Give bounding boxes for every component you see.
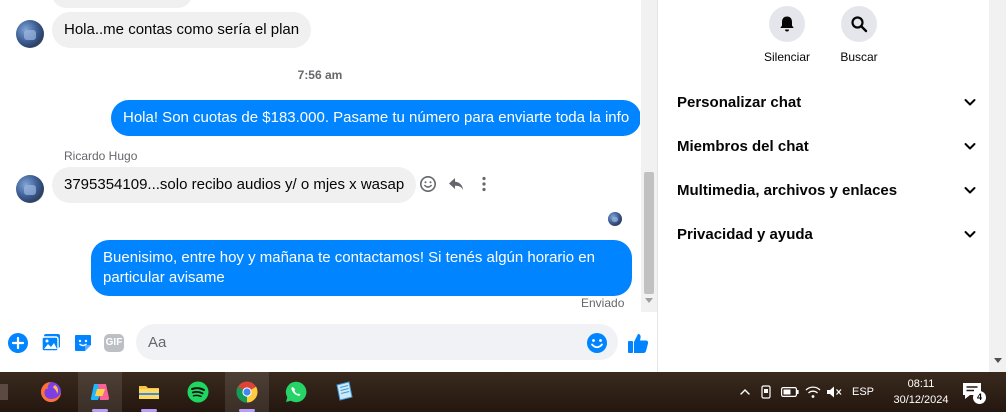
sender-name: Ricardo Hugo	[64, 149, 138, 163]
gif-icon[interactable]: GIF	[103, 332, 125, 354]
message-text: Buenisimo, entre hoy y mañana te contact…	[103, 249, 595, 286]
sticker-icon[interactable]	[72, 332, 94, 354]
firefox-icon[interactable]	[29, 372, 73, 412]
notification-center[interactable]: 4	[962, 382, 986, 404]
reply-icon[interactable]	[447, 175, 465, 193]
message-bubble-outgoing[interactable]: Hola! Son cuotas de $183.000. Pasame tu …	[111, 100, 640, 136]
message-actions	[419, 175, 493, 193]
notepad-icon[interactable]	[322, 372, 366, 412]
whatsapp-icon[interactable]	[274, 372, 318, 412]
message-text: 3795354109...solo recibo audios y/ o mje…	[64, 176, 405, 193]
read-receipt-avatar	[608, 212, 622, 226]
message-bubble-incoming[interactable]: 3795354109...solo recibo audios y/ o mje…	[52, 167, 417, 203]
emoji-icon[interactable]	[586, 332, 608, 354]
clock[interactable]: 08:11 30/12/2024	[886, 376, 956, 408]
section-media-files-links[interactable]: Multimedia, archivos y enlaces	[677, 178, 977, 202]
chat-pane: Hola..me contas como sería el plan 7:56 …	[0, 0, 658, 372]
scrollbar-thumb[interactable]	[644, 172, 654, 294]
message-text: Hola! Son cuotas de $183.000. Pasame tu …	[123, 109, 630, 126]
message-timestamp: 7:56 am	[297, 68, 343, 82]
search-action[interactable]: Buscar	[819, 6, 899, 64]
panel-scrollbar[interactable]	[989, 0, 1006, 372]
section-label: Privacidad y ayuda	[677, 225, 813, 243]
search-icon	[841, 6, 877, 42]
wifi-icon[interactable]	[802, 385, 824, 399]
section-label: Personalizar chat	[677, 93, 802, 111]
section-privacy-help[interactable]: Privacidad y ayuda	[677, 222, 977, 246]
message-composer: GIF	[0, 318, 658, 372]
volume-muted-icon[interactable]	[824, 385, 844, 399]
previous-message-bubble	[52, 0, 192, 8]
scroll-down-arrow-icon[interactable]	[994, 358, 1002, 363]
spotify-icon[interactable]	[176, 372, 220, 412]
chevron-down-icon	[964, 99, 976, 106]
battery-icon[interactable]	[778, 387, 802, 397]
message-text: Hola..me contas como sería el plan	[64, 21, 300, 38]
windows-taskbar: ESP 08:11 30/12/2024 4	[0, 372, 1006, 412]
like-icon[interactable]	[626, 332, 650, 354]
search-label: Buscar	[840, 50, 878, 64]
message-bubble-outgoing[interactable]: Buenisimo, entre hoy y mañana te contact…	[91, 240, 632, 296]
mute-action[interactable]: Silenciar	[747, 6, 827, 64]
device-icon[interactable]	[754, 385, 778, 399]
chrome-icon[interactable]	[225, 372, 269, 412]
react-emoji-icon[interactable]	[419, 175, 437, 193]
chevron-up-icon[interactable]	[736, 386, 754, 398]
plus-icon[interactable]	[7, 332, 29, 354]
system-tray: ESP	[736, 372, 874, 412]
bell-icon	[769, 6, 805, 42]
language-indicator[interactable]: ESP	[852, 386, 874, 398]
chevron-down-icon	[964, 187, 976, 194]
chat-info-panel: Silenciar Buscar Personalizar chat Miemb…	[659, 0, 989, 372]
chevron-down-icon	[964, 231, 976, 238]
chevron-down-icon	[964, 143, 976, 150]
contact-avatar[interactable]	[16, 175, 44, 203]
scroll-down-arrow-icon[interactable]	[645, 298, 653, 303]
file-explorer-icon[interactable]	[127, 372, 171, 412]
chat-scrollbar[interactable]	[641, 0, 657, 312]
copilot-icon[interactable]	[78, 372, 122, 412]
clock-time: 08:11	[907, 378, 935, 390]
section-label: Multimedia, archivos y enlaces	[677, 181, 898, 199]
mute-label: Silenciar	[763, 50, 811, 64]
photo-icon[interactable]	[40, 332, 62, 354]
section-customize-chat[interactable]: Personalizar chat	[677, 90, 977, 114]
clock-date: 30/12/2024	[893, 394, 949, 406]
message-input[interactable]	[136, 324, 618, 360]
message-list[interactable]: Hola..me contas como sería el plan 7:56 …	[0, 0, 640, 316]
section-chat-members[interactable]: Miembros del chat	[677, 134, 977, 158]
section-label: Miembros del chat	[677, 137, 809, 155]
more-options-icon[interactable]	[475, 175, 493, 193]
message-status: Enviado	[581, 296, 625, 310]
gif-label: GIF	[103, 334, 125, 352]
notification-badge: 4	[973, 391, 986, 404]
start-edge	[0, 384, 8, 400]
message-bubble-incoming[interactable]: Hola..me contas como sería el plan	[52, 12, 312, 48]
messenger-window: Hola..me contas como sería el plan 7:56 …	[0, 0, 1006, 372]
contact-avatar[interactable]	[16, 20, 44, 48]
